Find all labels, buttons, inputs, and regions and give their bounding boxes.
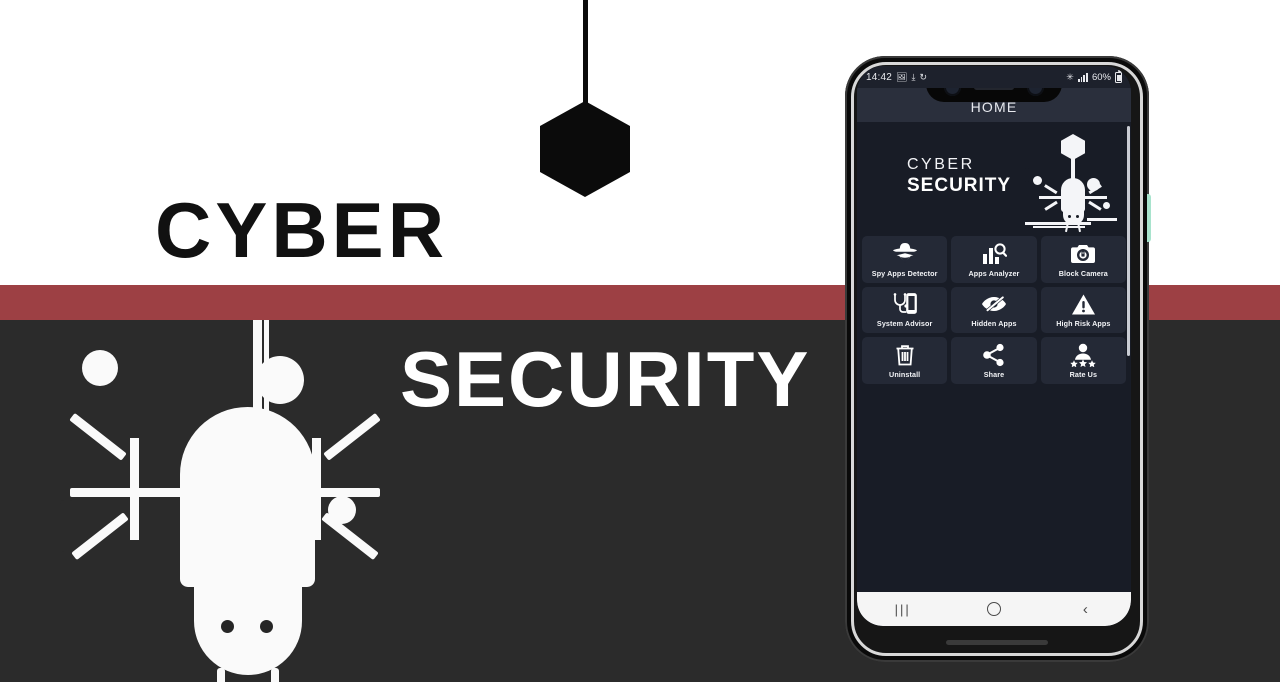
logo-eye-right — [1076, 215, 1079, 218]
tile-uninstall[interactable]: Uninstall — [862, 337, 948, 384]
download-icon: ⤓ — [911, 71, 916, 82]
bug-dot-1 — [82, 350, 118, 386]
hexagon-thread — [583, 0, 588, 114]
bug-leg-left-top — [69, 412, 127, 461]
hexagon-shape — [540, 101, 630, 197]
tile-apps-analyzer[interactable]: Apps Analyzer — [951, 236, 1037, 283]
scrollbar-thumb[interactable] — [1127, 126, 1130, 356]
battery-percent: 60% — [1091, 71, 1111, 83]
battery-icon — [1115, 70, 1122, 83]
tile-label: Spy Apps Detector — [871, 268, 938, 278]
status-bar: 14:42 🖼 ⤓ ↻ ✳ 60% — [857, 66, 1131, 88]
brand-line-2: SECURITY — [907, 175, 1012, 196]
bug-eye-left — [221, 620, 234, 633]
bug-head — [194, 572, 302, 675]
tile-rate-us[interactable]: Rate Us — [1040, 337, 1126, 384]
status-bar-left: 14:42 🖼 ⤓ ↻ — [866, 72, 927, 83]
scrollbar[interactable] — [1127, 126, 1130, 578]
nav-back-button[interactable]: ‹ — [1061, 592, 1109, 626]
logo-ground-line-3 — [1033, 226, 1085, 228]
status-clock: 14:42 — [866, 71, 893, 83]
person-stars-icon — [1070, 343, 1097, 367]
tile-hidden-apps[interactable]: Hidden Apps — [951, 286, 1037, 334]
trash-icon — [894, 343, 916, 367]
nav-home-button[interactable] — [970, 592, 1018, 626]
logo-eye-left — [1068, 215, 1071, 218]
bug-dot-2 — [256, 356, 304, 404]
camera-lock-icon — [1070, 242, 1096, 266]
tile-label: Hidden Apps — [971, 319, 1017, 329]
logo-leg-left-top — [1044, 184, 1058, 194]
logo-dot-1 — [1033, 176, 1042, 185]
bug-icon — [60, 320, 390, 682]
app-brand: CYBER SECURITY — [907, 156, 1011, 197]
bug-leg-left-bot — [71, 512, 129, 561]
bluetooth-icon: ✳ — [1066, 71, 1074, 82]
logo-bug-notch — [1025, 168, 1029, 182]
logo-dot-3 — [1103, 202, 1110, 209]
bug-antenna-left — [217, 668, 225, 682]
bug-leg-left-spine — [130, 438, 139, 540]
headline-cyber: CYBER — [155, 186, 449, 274]
tile-label: Uninstall — [889, 369, 921, 379]
warning-triangle-icon — [1071, 292, 1096, 316]
bug-leg-left-mid — [70, 488, 188, 497]
app-hero: CYBER SECURITY — [857, 122, 1131, 234]
sync-icon: ↻ — [919, 71, 927, 82]
bug-body-split — [60, 320, 66, 500]
home-circle-icon — [986, 602, 1001, 616]
stethoscope-phone-icon — [892, 292, 918, 316]
tile-label: System Advisor — [876, 319, 933, 329]
tile-label: Apps Analyzer — [968, 268, 1020, 278]
android-navbar: ||| ‹ — [857, 592, 1131, 626]
phone-chin-bar — [946, 640, 1048, 645]
chart-magnifier-icon — [981, 242, 1007, 266]
logo-ground-line-1 — [1025, 222, 1091, 225]
logo-leg-right-bot — [1088, 200, 1102, 211]
spy-hat-icon — [891, 242, 919, 266]
bug-body — [180, 407, 315, 587]
eye-slash-icon — [981, 292, 1007, 316]
logo-leg-left-mid — [1039, 196, 1063, 199]
tile-label: Share — [983, 369, 1005, 379]
bug-antenna-right — [271, 668, 279, 682]
hexagon-icon — [540, 0, 630, 197]
bug-body-notch — [60, 500, 74, 552]
signal-icon — [1077, 72, 1088, 82]
phone-screen: HOME 14:42 🖼 ⤓ ↻ ✳ 60% CYBER SECURITY Sp… — [857, 66, 1131, 626]
logo-bug-split — [1025, 134, 1027, 168]
image-icon: 🖼 — [896, 71, 908, 82]
bug-eye-right — [260, 620, 273, 633]
tile-system-advisor[interactable]: System Advisor — [862, 286, 948, 334]
tile-high-risk-apps[interactable]: High Risk Apps — [1040, 286, 1126, 334]
logo-leg-right-mid — [1083, 196, 1107, 199]
feature-grid: Spy Apps Detector Apps Analyzer Block Ca… — [862, 236, 1126, 384]
logo-hexagon — [1061, 134, 1085, 160]
headline-security: SECURITY — [400, 335, 811, 423]
share-nodes-icon — [982, 343, 1006, 367]
tile-label: Rate Us — [1069, 369, 1098, 379]
logo-leg-left-bot — [1044, 200, 1058, 211]
tile-label: Block Camera — [1058, 268, 1108, 278]
logo-ground-line-2 — [1087, 218, 1117, 221]
bug-hexagon-logo-icon — [1025, 134, 1117, 233]
tile-block-camera[interactable]: Block Camera — [1040, 236, 1126, 283]
status-bar-right: ✳ 60% — [1066, 70, 1122, 83]
nav-recents-button[interactable]: ||| — [879, 592, 927, 626]
phone-side-button[interactable] — [1147, 194, 1151, 242]
phone-mockup: HOME 14:42 🖼 ⤓ ↻ ✳ 60% CYBER SECURITY Sp… — [845, 56, 1151, 662]
tile-share[interactable]: Share — [951, 337, 1037, 384]
brand-line-1: CYBER — [907, 156, 975, 173]
tile-spy-apps-detector[interactable]: Spy Apps Detector — [862, 236, 948, 283]
bug-leg-right-top — [323, 412, 381, 461]
tile-label: High Risk Apps — [1056, 319, 1111, 329]
